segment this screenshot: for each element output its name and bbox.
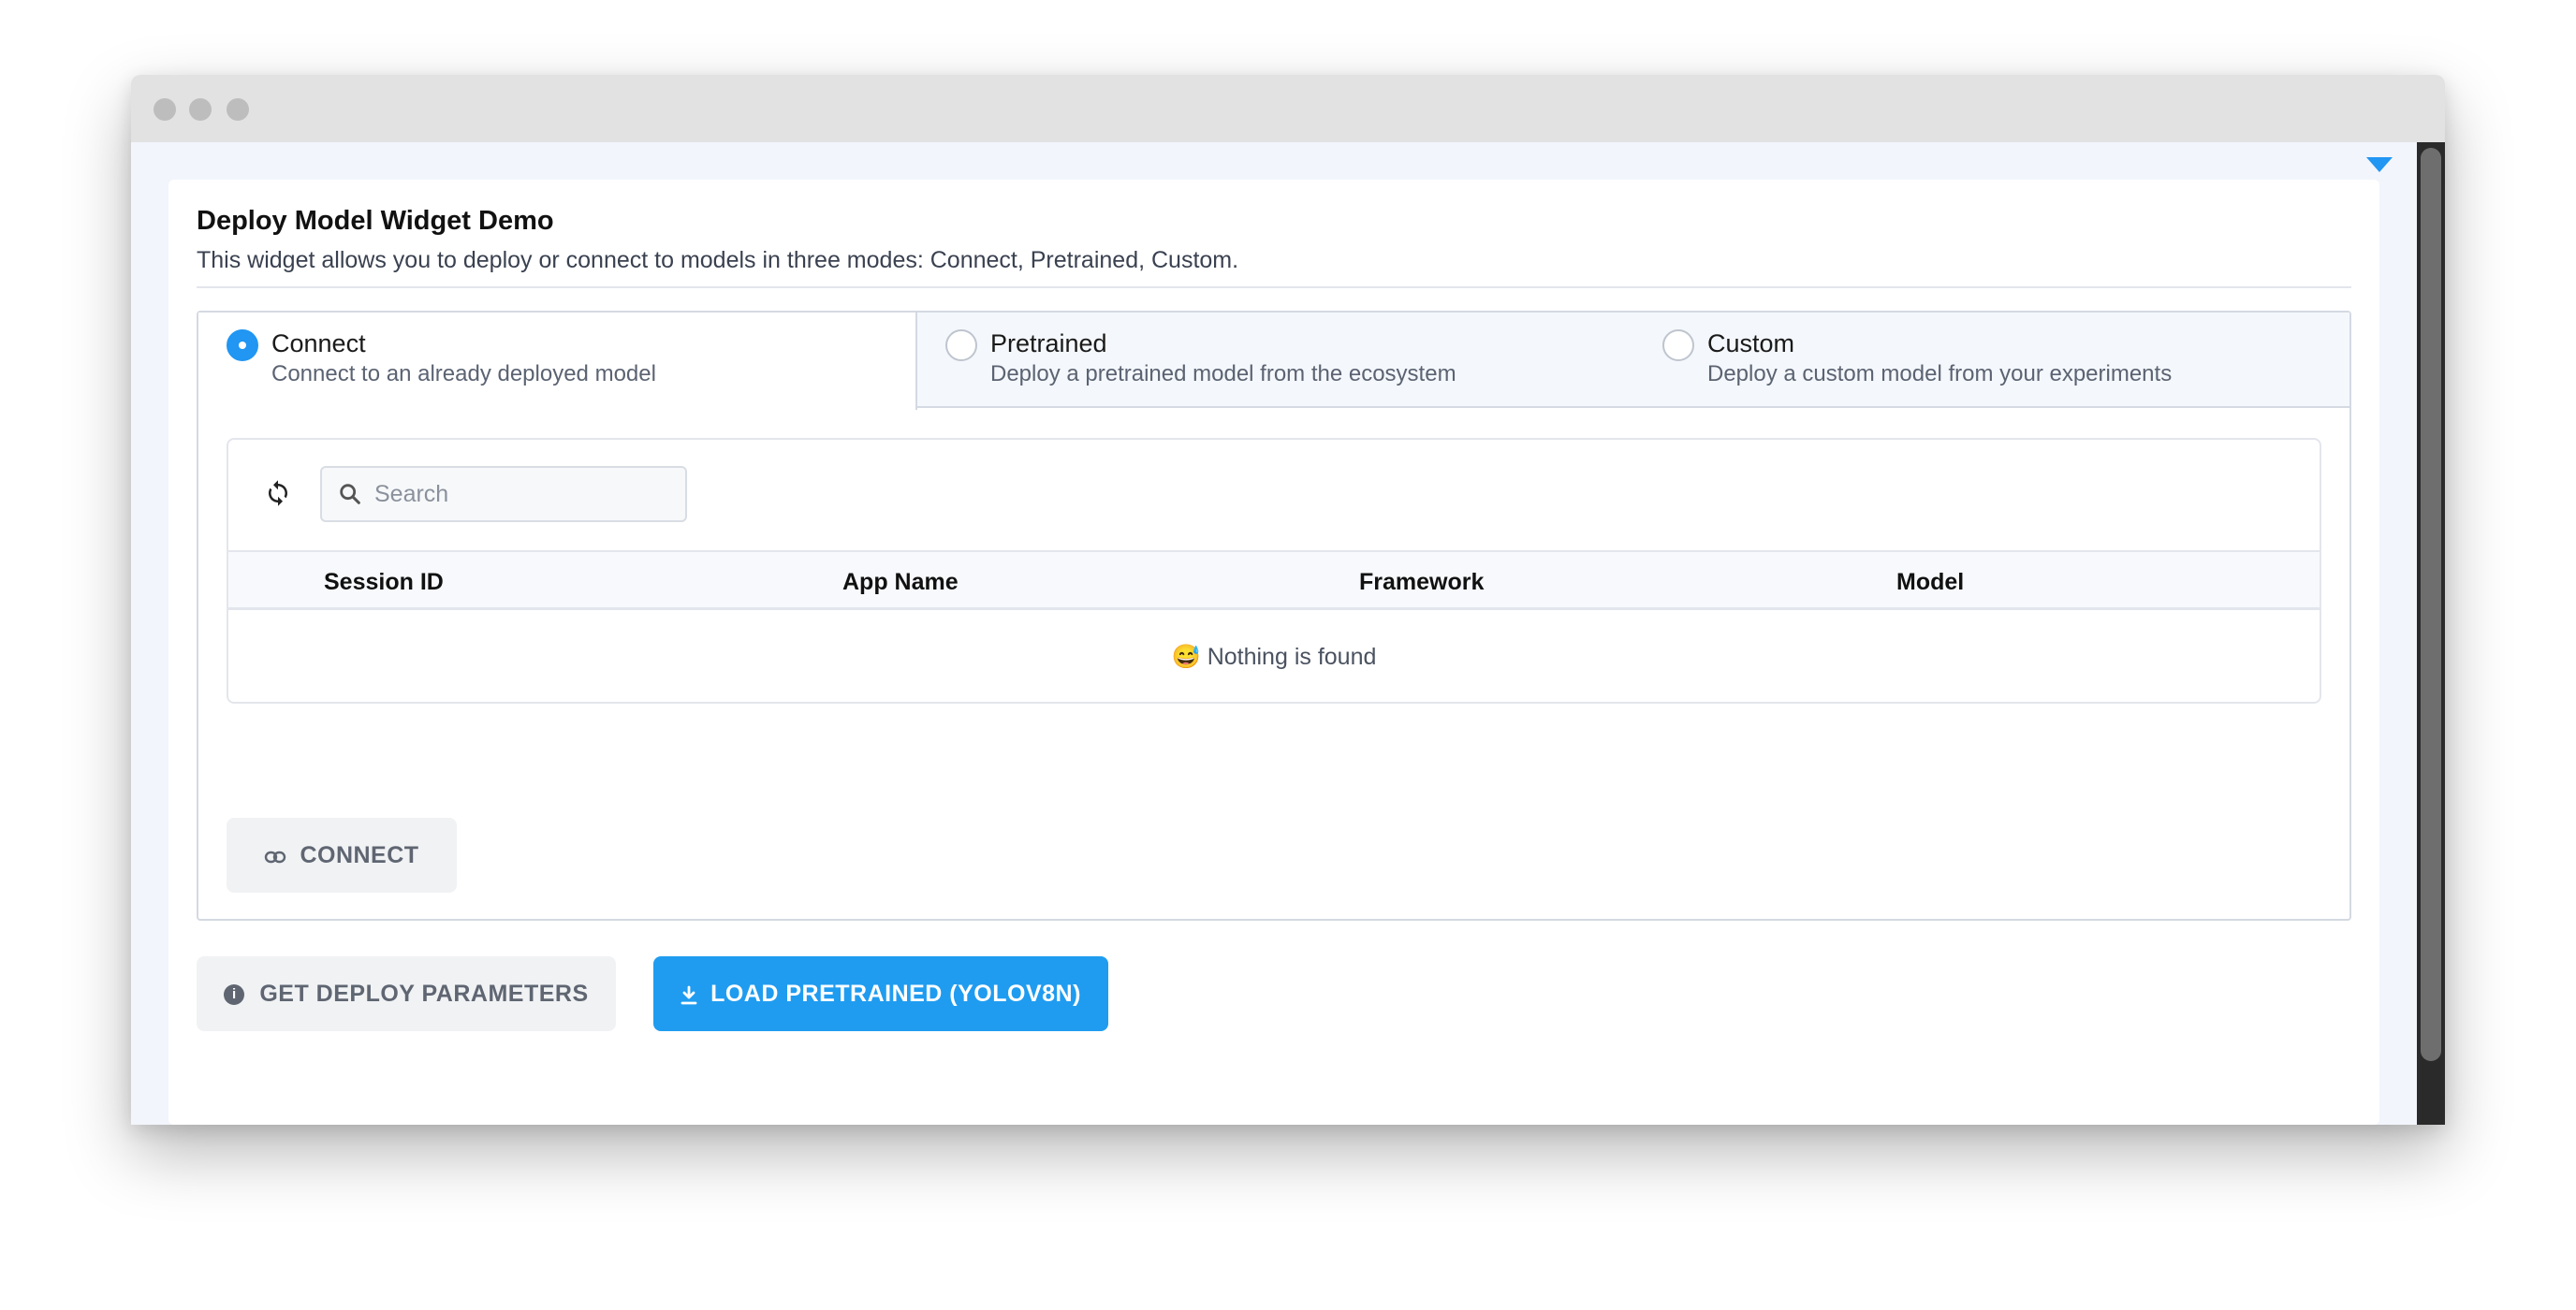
connect-button[interactable]: CONNECT bbox=[227, 818, 457, 893]
get-deploy-parameters-label: GET DEPLOY PARAMETERS bbox=[259, 980, 589, 1007]
scrollbar[interactable] bbox=[2417, 142, 2445, 1125]
table-header: Session ID App Name Framework Model bbox=[228, 550, 2320, 610]
window-maximize-dot[interactable] bbox=[227, 98, 249, 121]
tab-description: Deploy a custom model from your experime… bbox=[1707, 361, 2173, 386]
connect-button-label: CONNECT bbox=[300, 841, 419, 868]
search-icon bbox=[337, 481, 363, 507]
get-deploy-parameters-button[interactable]: i GET DEPLOY PARAMETERS bbox=[197, 956, 616, 1031]
info-icon: i bbox=[224, 983, 245, 1005]
tab-label: Connect bbox=[271, 329, 366, 357]
tab-description: Deploy a pretrained model from the ecosy… bbox=[990, 361, 1456, 386]
refresh-icon[interactable] bbox=[264, 479, 292, 507]
search-field[interactable] bbox=[320, 466, 687, 522]
window-minimize-dot[interactable] bbox=[189, 98, 212, 121]
radio-tabs: Connect Connect to an already deployed m… bbox=[197, 311, 2351, 921]
radio-connect[interactable] bbox=[227, 329, 258, 361]
widget-card: Deploy Model Widget Demo This widget all… bbox=[168, 180, 2379, 1125]
tab-label: Custom bbox=[1707, 329, 1795, 357]
card-description: This widget allows you to deploy or conn… bbox=[197, 247, 1239, 273]
tab-description: Connect to an already deployed model bbox=[271, 361, 656, 386]
scrollbar-thumb[interactable] bbox=[2421, 148, 2441, 1061]
window-close-dot[interactable] bbox=[154, 98, 176, 121]
caret-down-icon[interactable] bbox=[2366, 157, 2393, 172]
divider bbox=[197, 286, 2351, 288]
column-header-session-id[interactable]: Session ID bbox=[324, 569, 444, 596]
card-title: Deploy Model Widget Demo bbox=[197, 206, 554, 236]
page-viewport: Deploy Model Widget Demo This widget all… bbox=[131, 142, 2445, 1125]
radio-pretrained[interactable] bbox=[945, 329, 977, 361]
empty-state-message: 😅 Nothing is found bbox=[1171, 644, 1377, 670]
tab-pretrained[interactable]: Pretrained Deploy a pretrained model fro… bbox=[917, 313, 1634, 408]
load-pretrained-button[interactable]: LOAD PRETRAINED (YOLOV8N) bbox=[653, 956, 1108, 1031]
window-titlebar bbox=[131, 75, 2445, 142]
link-icon bbox=[264, 844, 286, 868]
browser-window: Deploy Model Widget Demo This widget all… bbox=[131, 75, 2445, 1125]
tab-custom[interactable]: Custom Deploy a custom model from your e… bbox=[1634, 313, 2349, 408]
column-header-app-name[interactable]: App Name bbox=[842, 569, 959, 596]
tab-connect[interactable]: Connect Connect to an already deployed m… bbox=[198, 313, 917, 410]
radio-custom[interactable] bbox=[1662, 329, 1694, 361]
search-input[interactable] bbox=[373, 468, 672, 520]
sessions-table-panel: Session ID App Name Framework Model 😅 No… bbox=[227, 438, 2321, 704]
column-header-framework[interactable]: Framework bbox=[1359, 569, 1484, 596]
column-header-model[interactable]: Model bbox=[1896, 569, 1964, 596]
download-icon bbox=[681, 982, 697, 1007]
load-pretrained-label: LOAD PRETRAINED (YOLOV8N) bbox=[710, 980, 1081, 1007]
tab-label: Pretrained bbox=[990, 329, 1107, 357]
